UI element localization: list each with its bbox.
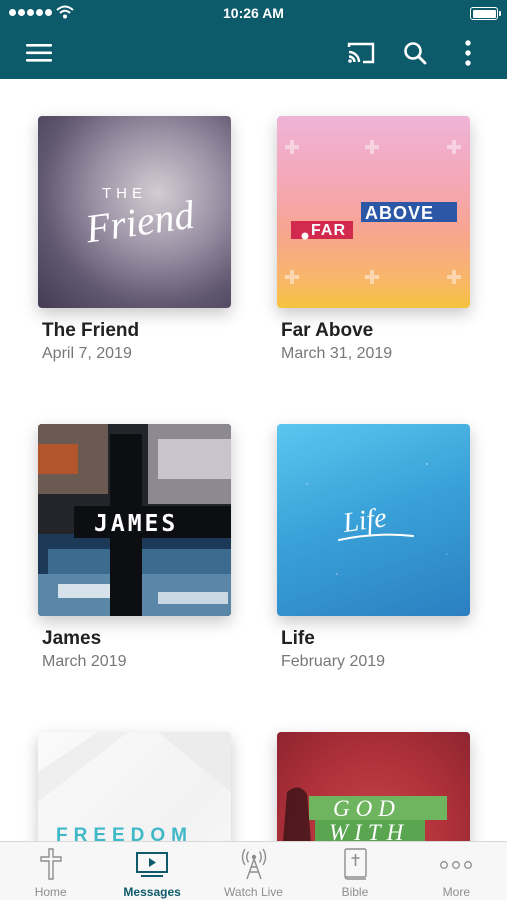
tab-label: Bible (341, 885, 369, 899)
message-title: Life (281, 628, 315, 649)
menu-icon (26, 43, 52, 62)
message-card-god-with[interactable]: GOD WITH (277, 732, 470, 841)
tab-label: Watch Live (224, 885, 283, 899)
messages-screen: 10:26 AM THE Friend The Friend April 7, … (0, 0, 507, 900)
life-artwork: Life (306, 462, 448, 575)
message-date: March 31, 2019 (281, 345, 393, 362)
tab-bible[interactable]: Bible (304, 842, 405, 900)
artwork-text-with: WITH (329, 820, 409, 841)
tab-home[interactable]: Home (0, 842, 101, 900)
app-bar (0, 26, 507, 79)
artwork-text-friend: Friend (82, 192, 198, 252)
broadcast-tower-icon (241, 848, 266, 880)
more-vertical-icon (465, 39, 471, 66)
message-artwork: GOD WITH (277, 732, 470, 841)
cast-icon (347, 42, 375, 63)
more-dots-icon (440, 861, 473, 869)
tab-label: Messages (123, 885, 181, 899)
tab-label: More (442, 885, 470, 899)
artwork-text-above: ABOVE (365, 203, 434, 223)
tab-messages[interactable]: Messages (101, 842, 202, 900)
message-card-far-above[interactable]: ABOVE FAR Far Above March 31, 2019 (277, 116, 470, 363)
message-artwork: FREEDOM (38, 732, 231, 841)
status-bar: 10:26 AM (0, 0, 507, 26)
message-card-james[interactable]: JAMES James March 2019 (38, 424, 231, 671)
tab-bar: Home Messages Watch Live Bible More (0, 841, 507, 900)
battery-icon (470, 7, 501, 20)
artwork-text-god: GOD (333, 796, 401, 821)
bible-icon (344, 848, 367, 880)
artwork-text-life: Life (340, 502, 388, 539)
artwork-text-far: FAR (311, 222, 346, 239)
message-title: Far Above (281, 320, 374, 341)
search-icon (404, 41, 427, 64)
message-title: The Friend (42, 320, 140, 341)
message-card-the-friend[interactable]: THE Friend The Friend April 7, 2019 (38, 116, 231, 363)
more-options-button[interactable] (446, 26, 490, 79)
artwork-text-james: JAMES (94, 511, 178, 537)
god-with-artwork: GOD WITH (283, 787, 447, 841)
message-artwork: ABOVE FAR (277, 116, 470, 308)
tab-watch-live[interactable]: Watch Live (203, 842, 304, 900)
message-artwork: JAMES (38, 424, 231, 616)
tab-label: Home (34, 885, 67, 899)
search-button[interactable] (393, 26, 437, 79)
cast-button[interactable] (339, 26, 383, 79)
message-date: March 2019 (42, 653, 127, 670)
the-friend-artwork: THE Friend (82, 185, 198, 252)
menu-button[interactable] (17, 26, 61, 79)
messages-grid: THE Friend The Friend April 7, 2019 ABOV… (0, 79, 507, 841)
cross-icon (40, 848, 62, 880)
james-artwork: JAMES (38, 424, 231, 616)
video-icon (136, 852, 169, 877)
message-date: April 7, 2019 (42, 345, 132, 362)
message-card-life[interactable]: Life Life February 2019 (277, 424, 470, 671)
message-title: James (42, 628, 102, 649)
message-artwork: THE Friend (38, 116, 231, 308)
artwork-text-freedom: FREEDOM (56, 825, 193, 841)
freedom-artwork: FREEDOM (38, 732, 231, 841)
far-above-artwork: ABOVE FAR (285, 140, 461, 284)
message-artwork: Life (277, 424, 470, 616)
message-date: February 2019 (281, 653, 386, 670)
status-time: 10:26 AM (223, 5, 284, 21)
tab-more[interactable]: More (406, 842, 507, 900)
message-card-freedom[interactable]: FREEDOM (38, 732, 231, 841)
